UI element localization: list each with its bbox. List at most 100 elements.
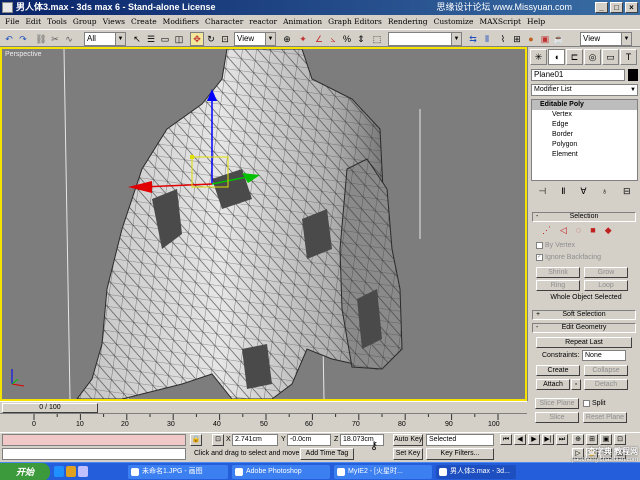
go-to-start-icon[interactable]: ⏮ [500, 434, 512, 445]
render-scene-icon[interactable]: ▣ [538, 32, 552, 46]
close-button[interactable]: × [625, 2, 638, 13]
select-rotate-icon[interactable]: ↻ [204, 32, 218, 46]
absolute-mode-icon[interactable]: ⊡ [212, 434, 224, 446]
x-coord-field[interactable]: 2.741cm [232, 434, 278, 446]
maxscript-listener-white[interactable] [2, 448, 186, 460]
stack-item-polygon[interactable]: Polygon [532, 140, 637, 150]
desktop-quicklaunch-icon[interactable] [78, 466, 88, 477]
menu-rendering[interactable]: Rendering [385, 15, 431, 29]
ie-quicklaunch-icon[interactable] [54, 466, 64, 477]
key-mode-dropdown[interactable]: Selected [426, 434, 494, 446]
attach-settings-icon[interactable]: ▫ [571, 379, 581, 390]
collapse-button[interactable]: Collapse [584, 365, 628, 376]
redo-icon[interactable]: ↷ [16, 32, 30, 46]
start-button[interactable]: 开始 [0, 463, 50, 480]
unlink-icon[interactable]: ✂ [48, 32, 62, 46]
detach-button[interactable]: Detach [584, 379, 628, 390]
selection-rollout-header[interactable]: - Selection [532, 212, 636, 222]
go-to-end-icon[interactable]: ⏭ [556, 434, 568, 445]
previous-frame-icon[interactable]: ◀ [514, 434, 526, 445]
set-key-icon[interactable]: ⚷ [370, 441, 378, 452]
element-mode-icon[interactable]: ◆ [605, 225, 612, 236]
taskbar-item-paint[interactable]: 未命名1.JPG - 画图 [128, 465, 228, 479]
configure-modifier-sets-icon[interactable]: ⊟ [623, 186, 631, 197]
curve-editor-icon[interactable]: ⌇ [496, 32, 510, 46]
stack-item-border[interactable]: Border [532, 130, 637, 140]
select-link-icon[interactable]: ⛓ [34, 32, 48, 46]
align-icon[interactable]: ⫴ [480, 32, 494, 46]
menu-views[interactable]: Views [100, 15, 128, 29]
taskbar-item-3dsmax[interactable]: 男人体3.max - 3d... [436, 465, 516, 479]
attach-button[interactable]: Attach [536, 379, 570, 390]
slice-plane-button[interactable]: Slice Plane [535, 398, 579, 409]
border-mode-icon[interactable]: ◌ [576, 225, 581, 236]
menu-customize[interactable]: Customize [431, 15, 477, 29]
remove-modifier-icon[interactable]: ♁ [601, 186, 608, 196]
show-end-result-icon[interactable]: Ⅱ [561, 186, 565, 197]
rect-selection-icon[interactable]: ▭ [158, 32, 172, 46]
play-icon[interactable]: ▶ [528, 434, 540, 445]
ref-coord-dropdown[interactable]: View ▼ [234, 32, 276, 46]
soft-selection-rollout-header[interactable]: + Soft Selection [532, 310, 636, 320]
loop-button[interactable]: Loop [584, 280, 628, 291]
object-color-swatch[interactable] [628, 69, 638, 81]
maxscript-listener-pink[interactable] [2, 434, 186, 446]
mirror-icon[interactable]: ⇆ [466, 32, 480, 46]
edit-geometry-rollout-header[interactable]: - Edit Geometry [532, 323, 636, 333]
object-name-field[interactable]: Plane01 [531, 69, 625, 81]
set-key-button[interactable]: Set Key [393, 448, 423, 460]
select-manipulate-icon[interactable]: ✦ [296, 32, 310, 46]
next-frame-icon[interactable]: ▶| [542, 434, 554, 445]
quick-render-icon[interactable]: ☕ [552, 32, 566, 46]
named-selection-dropdown[interactable]: ▼ [388, 32, 462, 46]
menu-graph-editors[interactable]: Graph Editors [325, 15, 385, 29]
folder-quicklaunch-icon[interactable] [66, 466, 76, 477]
window-crossing-icon[interactable]: ◫ [172, 32, 186, 46]
split-checkbox[interactable]: Split [583, 399, 606, 408]
stack-item-edge[interactable]: Edge [532, 120, 637, 130]
taskbar-item-photoshop[interactable]: Adobe Photoshop [232, 465, 330, 479]
reset-plane-button[interactable]: Reset Plane [583, 412, 627, 423]
repeat-last-button[interactable]: Repeat Last [536, 337, 632, 348]
percent-snap-icon[interactable]: % [340, 32, 354, 46]
schematic-view-icon[interactable]: ⊞ [510, 32, 524, 46]
select-scale-icon[interactable]: ⊡ [218, 32, 232, 46]
stack-item-vertex[interactable]: Vertex [532, 110, 637, 120]
maximize-button[interactable]: □ [610, 2, 623, 13]
ignore-backfacing-checkbox[interactable]: ✓ Ignore Backfacing [536, 253, 601, 262]
menu-maxscript[interactable]: MAXScript [476, 15, 524, 29]
slice-button[interactable]: Slice [535, 412, 579, 423]
stack-item-editable-poly[interactable]: Editable Poly [532, 100, 637, 110]
spinner-snap-icon[interactable]: ⇕ [354, 32, 368, 46]
material-editor-icon[interactable]: ● [524, 32, 538, 46]
ring-button[interactable]: Ring [536, 280, 580, 291]
utilities-tab-icon[interactable]: T [620, 49, 637, 65]
display-tab-icon[interactable]: ▭ [602, 49, 619, 65]
menu-modifiers[interactable]: Modifiers [160, 15, 202, 29]
menu-tools[interactable]: Tools [44, 15, 70, 29]
menu-edit[interactable]: Edit [22, 15, 44, 29]
modifier-list-dropdown[interactable]: Modifier List ▼ [531, 84, 638, 96]
vertex-mode-icon[interactable]: ⋰ [542, 225, 551, 236]
y-coord-field[interactable]: -0.0cm [287, 434, 331, 446]
angle-snap-icon[interactable]: ⦣ [326, 32, 340, 46]
undo-icon[interactable]: ↶ [2, 32, 16, 46]
pivot-center-icon[interactable]: ⊕ [280, 32, 294, 46]
menu-file[interactable]: File [2, 15, 22, 29]
menu-character[interactable]: Character [202, 15, 246, 29]
zoom-all-icon[interactable]: ⊞ [586, 434, 598, 445]
render-view-dropdown[interactable]: View ▼ [580, 32, 632, 46]
key-filters-button[interactable]: Key Filters... [426, 448, 494, 460]
selection-filter-dropdown[interactable]: All ▼ [84, 32, 126, 46]
auto-key-button[interactable]: Auto Key [393, 434, 423, 446]
shrink-button[interactable]: Shrink [536, 267, 580, 278]
lock-selection-icon[interactable]: 🔒 [190, 434, 202, 446]
taskbar-item-myie2[interactable]: MyIE2 - [火星时... [334, 465, 432, 479]
menu-reactor[interactable]: reactor [246, 15, 280, 29]
zoom-icon[interactable]: ⊕ [572, 434, 584, 445]
edge-mode-icon[interactable]: ◁ [560, 225, 567, 236]
constraints-dropdown[interactable]: None [582, 350, 626, 361]
menu-animation[interactable]: Animation [280, 15, 325, 29]
menu-group[interactable]: Group [70, 15, 100, 29]
make-unique-icon[interactable]: ∀ [580, 186, 586, 197]
